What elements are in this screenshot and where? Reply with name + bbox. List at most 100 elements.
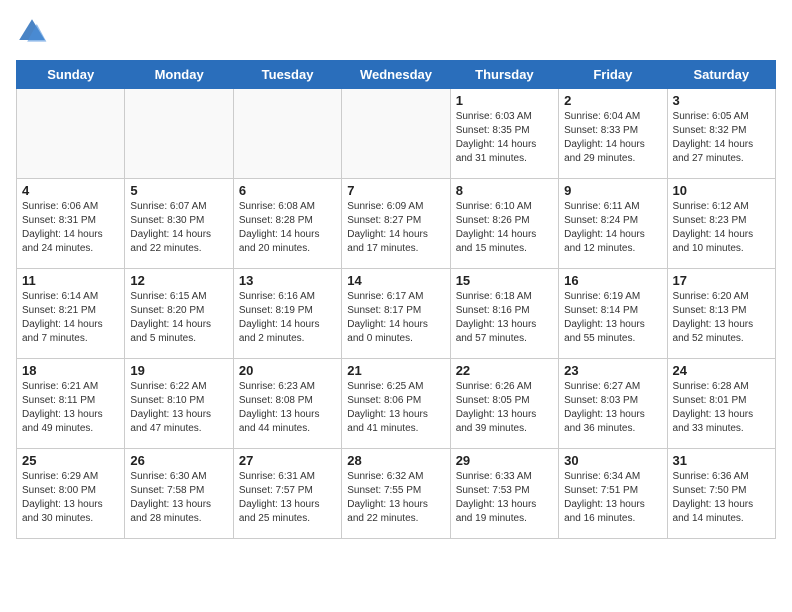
day-info: Sunrise: 6:36 AM Sunset: 7:50 PM Dayligh… — [673, 470, 770, 526]
day-number: 5 — [130, 183, 227, 198]
day-info: Sunrise: 6:12 AM Sunset: 8:23 PM Dayligh… — [673, 200, 770, 256]
calendar-cell: 12 Sunrise: 6:15 AM Sunset: 8:20 PM Dayli… — [125, 269, 233, 359]
calendar-cell: 29 Sunrise: 6:33 AM Sunset: 7:53 PM Dayli… — [450, 449, 558, 539]
day-header-monday: Monday — [125, 61, 233, 89]
day-number: 30 — [564, 453, 661, 468]
day-info: Sunrise: 6:22 AM Sunset: 8:10 PM Dayligh… — [130, 380, 227, 436]
day-info: Sunrise: 6:18 AM Sunset: 8:16 PM Dayligh… — [456, 290, 553, 346]
calendar-cell: 1 Sunrise: 6:03 AM Sunset: 8:35 PM Daylig… — [450, 89, 558, 179]
day-number: 24 — [673, 363, 770, 378]
day-number: 8 — [456, 183, 553, 198]
day-number: 6 — [239, 183, 336, 198]
day-info: Sunrise: 6:32 AM Sunset: 7:55 PM Dayligh… — [347, 470, 444, 526]
day-header-thursday: Thursday — [450, 61, 558, 89]
day-number: 27 — [239, 453, 336, 468]
day-info: Sunrise: 6:27 AM Sunset: 8:03 PM Dayligh… — [564, 380, 661, 436]
calendar-cell — [342, 89, 450, 179]
calendar-cell: 16 Sunrise: 6:19 AM Sunset: 8:14 PM Dayli… — [559, 269, 667, 359]
day-info: Sunrise: 6:05 AM Sunset: 8:32 PM Dayligh… — [673, 110, 770, 166]
calendar-table: SundayMondayTuesdayWednesdayThursdayFrid… — [16, 60, 776, 539]
day-number: 3 — [673, 93, 770, 108]
day-number: 23 — [564, 363, 661, 378]
week-row-2: 11 Sunrise: 6:14 AM Sunset: 8:21 PM Dayli… — [17, 269, 776, 359]
day-number: 21 — [347, 363, 444, 378]
day-number: 31 — [673, 453, 770, 468]
day-info: Sunrise: 6:15 AM Sunset: 8:20 PM Dayligh… — [130, 290, 227, 346]
day-number: 9 — [564, 183, 661, 198]
day-info: Sunrise: 6:07 AM Sunset: 8:30 PM Dayligh… — [130, 200, 227, 256]
week-row-0: 1 Sunrise: 6:03 AM Sunset: 8:35 PM Daylig… — [17, 89, 776, 179]
calendar-cell: 11 Sunrise: 6:14 AM Sunset: 8:21 PM Dayli… — [17, 269, 125, 359]
calendar-cell: 14 Sunrise: 6:17 AM Sunset: 8:17 PM Dayli… — [342, 269, 450, 359]
calendar-cell: 20 Sunrise: 6:23 AM Sunset: 8:08 PM Dayli… — [233, 359, 341, 449]
day-number: 25 — [22, 453, 119, 468]
day-info: Sunrise: 6:16 AM Sunset: 8:19 PM Dayligh… — [239, 290, 336, 346]
day-info: Sunrise: 6:29 AM Sunset: 8:00 PM Dayligh… — [22, 470, 119, 526]
calendar-cell: 30 Sunrise: 6:34 AM Sunset: 7:51 PM Dayli… — [559, 449, 667, 539]
day-header-sunday: Sunday — [17, 61, 125, 89]
day-info: Sunrise: 6:11 AM Sunset: 8:24 PM Dayligh… — [564, 200, 661, 256]
day-info: Sunrise: 6:20 AM Sunset: 8:13 PM Dayligh… — [673, 290, 770, 346]
calendar-cell: 9 Sunrise: 6:11 AM Sunset: 8:24 PM Daylig… — [559, 179, 667, 269]
week-row-3: 18Sunrise: 6:21 AM Sunset: 8:11 PM Dayli… — [17, 359, 776, 449]
day-info: Sunrise: 6:30 AM Sunset: 7:58 PM Dayligh… — [130, 470, 227, 526]
day-info: Sunrise: 6:26 AM Sunset: 8:05 PM Dayligh… — [456, 380, 553, 436]
calendar-cell — [233, 89, 341, 179]
day-header-friday: Friday — [559, 61, 667, 89]
day-info: Sunrise: 6:34 AM Sunset: 7:51 PM Dayligh… — [564, 470, 661, 526]
calendar-header-row: SundayMondayTuesdayWednesdayThursdayFrid… — [17, 61, 776, 89]
week-row-4: 25 Sunrise: 6:29 AM Sunset: 8:00 PM Dayli… — [17, 449, 776, 539]
day-info: Sunrise: 6:03 AM Sunset: 8:35 PM Dayligh… — [456, 110, 553, 166]
day-number: 17 — [673, 273, 770, 288]
calendar-cell: 21 Sunrise: 6:25 AM Sunset: 8:06 PM Dayli… — [342, 359, 450, 449]
day-info: Sunrise: 6:23 AM Sunset: 8:08 PM Dayligh… — [239, 380, 336, 436]
day-info: Sunrise: 6:28 AM Sunset: 8:01 PM Dayligh… — [673, 380, 770, 436]
day-info: Sunrise: 6:10 AM Sunset: 8:26 PM Dayligh… — [456, 200, 553, 256]
day-number: 20 — [239, 363, 336, 378]
calendar-cell: 22 Sunrise: 6:26 AM Sunset: 8:05 PM Dayli… — [450, 359, 558, 449]
calendar-cell: 3 Sunrise: 6:05 AM Sunset: 8:32 PM Daylig… — [667, 89, 775, 179]
day-number: 1 — [456, 93, 553, 108]
calendar-cell: 24 Sunrise: 6:28 AM Sunset: 8:01 PM Dayli… — [667, 359, 775, 449]
day-number: 19 — [130, 363, 227, 378]
day-number: 22 — [456, 363, 553, 378]
calendar-cell: 8 Sunrise: 6:10 AM Sunset: 8:26 PM Daylig… — [450, 179, 558, 269]
day-number: 11 — [22, 273, 119, 288]
day-number: 10 — [673, 183, 770, 198]
day-info: Sunrise: 6:25 AM Sunset: 8:06 PM Dayligh… — [347, 380, 444, 436]
calendar-cell: 15 Sunrise: 6:18 AM Sunset: 8:16 PM Dayli… — [450, 269, 558, 359]
day-number: 29 — [456, 453, 553, 468]
calendar-cell: 25 Sunrise: 6:29 AM Sunset: 8:00 PM Dayli… — [17, 449, 125, 539]
calendar-cell: 2Sunrise: 6:04 AM Sunset: 8:33 PM Daylig… — [559, 89, 667, 179]
calendar-cell: 19 Sunrise: 6:22 AM Sunset: 8:10 PM Dayli… — [125, 359, 233, 449]
calendar-cell: 27Sunrise: 6:31 AM Sunset: 7:57 PM Dayli… — [233, 449, 341, 539]
day-number: 14 — [347, 273, 444, 288]
logo — [16, 16, 52, 48]
logo-icon — [16, 16, 48, 48]
calendar-cell: 7Sunrise: 6:09 AM Sunset: 8:27 PM Daylig… — [342, 179, 450, 269]
day-number: 2 — [564, 93, 661, 108]
day-number: 28 — [347, 453, 444, 468]
day-number: 15 — [456, 273, 553, 288]
day-info: Sunrise: 6:19 AM Sunset: 8:14 PM Dayligh… — [564, 290, 661, 346]
day-info: Sunrise: 6:33 AM Sunset: 7:53 PM Dayligh… — [456, 470, 553, 526]
day-header-wednesday: Wednesday — [342, 61, 450, 89]
day-info: Sunrise: 6:08 AM Sunset: 8:28 PM Dayligh… — [239, 200, 336, 256]
day-header-tuesday: Tuesday — [233, 61, 341, 89]
calendar-cell — [125, 89, 233, 179]
calendar-cell: 5 Sunrise: 6:07 AM Sunset: 8:30 PM Daylig… — [125, 179, 233, 269]
calendar-cell: 28 Sunrise: 6:32 AM Sunset: 7:55 PM Dayli… — [342, 449, 450, 539]
day-number: 16 — [564, 273, 661, 288]
week-row-1: 4Sunrise: 6:06 AM Sunset: 8:31 PM Daylig… — [17, 179, 776, 269]
calendar-cell: 10 Sunrise: 6:12 AM Sunset: 8:23 PM Dayli… — [667, 179, 775, 269]
day-number: 12 — [130, 273, 227, 288]
day-number: 26 — [130, 453, 227, 468]
day-number: 7 — [347, 183, 444, 198]
calendar-cell: 17 Sunrise: 6:20 AM Sunset: 8:13 PM Dayli… — [667, 269, 775, 359]
day-info: Sunrise: 6:17 AM Sunset: 8:17 PM Dayligh… — [347, 290, 444, 346]
day-info: Sunrise: 6:14 AM Sunset: 8:21 PM Dayligh… — [22, 290, 119, 346]
day-number: 4 — [22, 183, 119, 198]
day-number: 13 — [239, 273, 336, 288]
calendar-cell: 4Sunrise: 6:06 AM Sunset: 8:31 PM Daylig… — [17, 179, 125, 269]
calendar-cell: 26 Sunrise: 6:30 AM Sunset: 7:58 PM Dayli… — [125, 449, 233, 539]
